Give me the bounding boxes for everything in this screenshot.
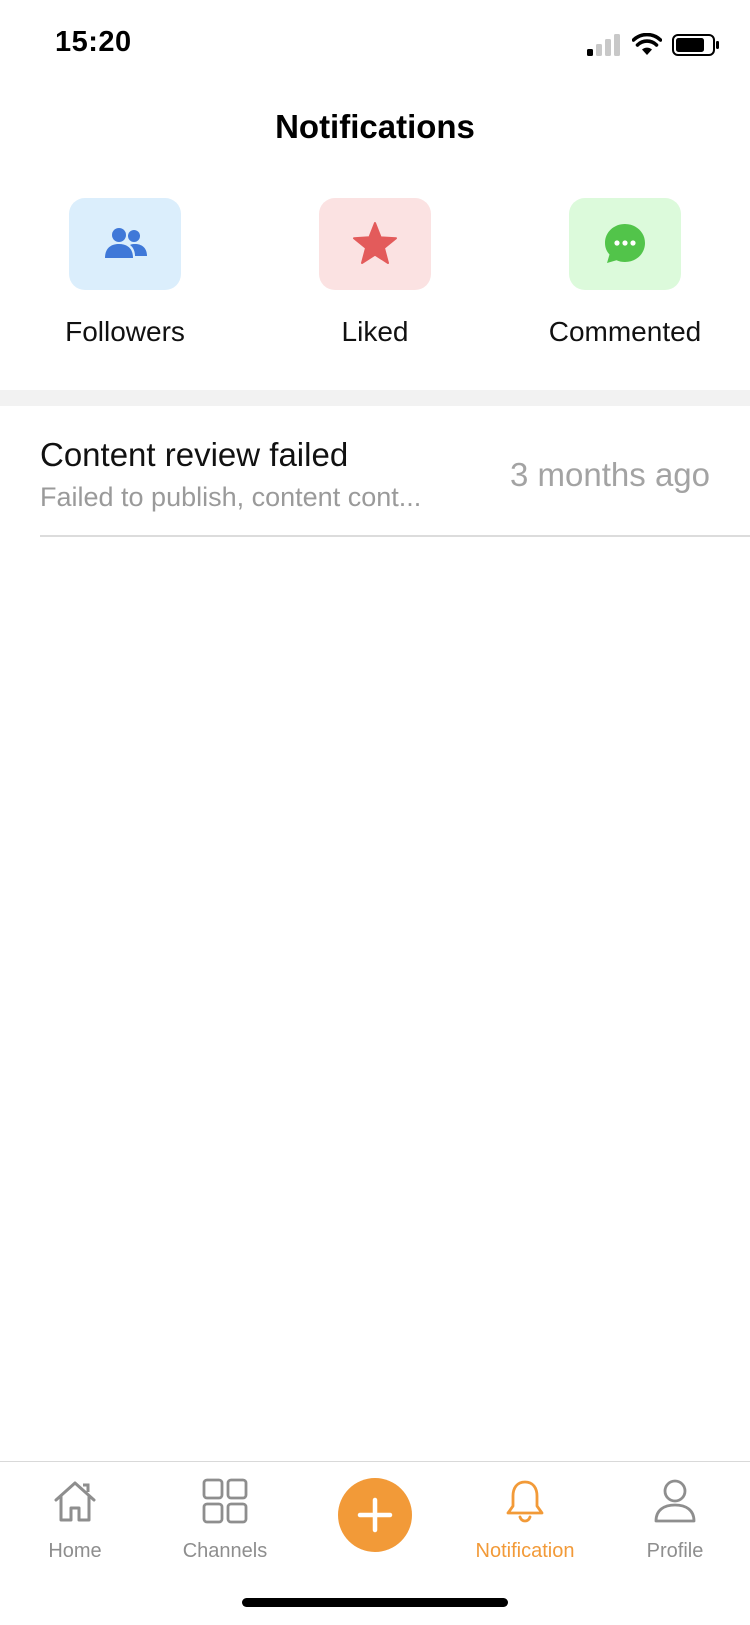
tab-notification[interactable]: Notification [450, 1476, 600, 1563]
commented-tile[interactable] [569, 198, 681, 290]
add-post-button[interactable] [338, 1478, 412, 1552]
tab-label: Home [48, 1540, 102, 1562]
person-icon [654, 1479, 696, 1523]
liked-tile[interactable] [319, 198, 431, 290]
category-followers[interactable]: Followers [5, 198, 245, 348]
status-time: 15:20 [55, 26, 132, 58]
section-divider [0, 390, 750, 406]
battery-icon [672, 34, 719, 56]
grid-icon [202, 1478, 248, 1524]
category-liked[interactable]: Liked [255, 198, 495, 348]
tab-home[interactable]: Home [0, 1476, 150, 1563]
category-row: Followers Liked Commented [0, 198, 750, 358]
status-bar: 15:20 [0, 0, 750, 90]
category-label: Followers [65, 316, 185, 347]
notification-title: Content review failed [40, 436, 349, 473]
followers-icon [105, 228, 147, 258]
tab-channels[interactable]: Channels [150, 1476, 300, 1563]
tab-label: Channels [182, 1540, 268, 1562]
status-icons [586, 30, 720, 60]
category-commented[interactable]: Commented [505, 198, 745, 348]
tab-profile[interactable]: Profile [600, 1476, 750, 1563]
category-label: Liked [341, 316, 409, 347]
list-item[interactable]: Content review failed Failed to publish,… [0, 406, 750, 537]
page-title: Notifications [275, 108, 475, 145]
home-indicator[interactable] [242, 1598, 508, 1607]
plus-icon [357, 1497, 393, 1533]
cellular-signal-icon [587, 34, 620, 56]
comment-icon [605, 224, 645, 263]
followers-tile[interactable] [69, 198, 181, 290]
notification-subtitle: Failed to publish, content cont... [40, 482, 422, 512]
wifi-icon [632, 33, 662, 55]
row-divider [40, 535, 750, 537]
bell-icon [506, 1480, 544, 1523]
tab-label: Profile [646, 1540, 704, 1562]
tab-label: Notification [475, 1540, 575, 1562]
star-icon [353, 222, 397, 264]
category-label: Commented [548, 316, 702, 347]
home-icon [54, 1481, 96, 1522]
notification-time: 3 months ago [510, 456, 710, 493]
